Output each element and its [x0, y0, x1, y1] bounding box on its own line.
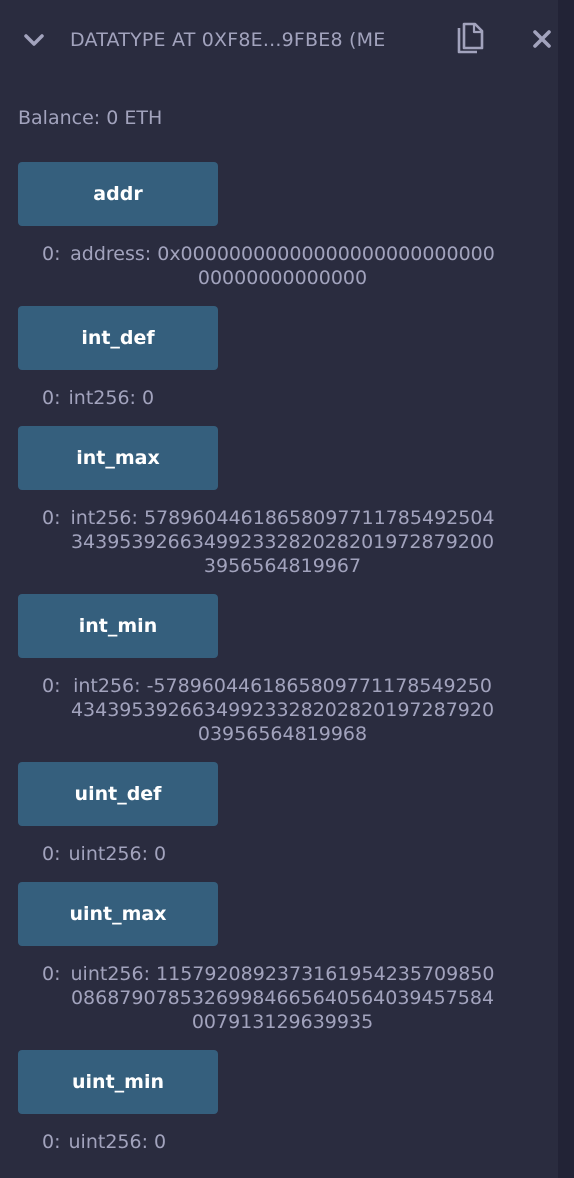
- result-index: 0:: [42, 843, 61, 865]
- result-index: 0:: [42, 243, 61, 265]
- result-int-def: 0: int256: 0: [42, 386, 502, 410]
- contract-header: DATATYPE AT 0XF8E...9FBE8 (ME: [0, 0, 558, 80]
- result-value: address: 0x00000000000000000000000000000…: [70, 243, 495, 289]
- result-int-min: 0: int256: -5789604461865809771178549250…: [42, 674, 502, 746]
- result-index: 0:: [42, 507, 61, 529]
- result-int-max: 0: int256: 57896044618658097711785492504…: [42, 506, 502, 578]
- result-index: 0:: [42, 1131, 61, 1153]
- result-index: 0:: [42, 675, 61, 697]
- result-value: int256: -5789604461865809771178549250434…: [70, 675, 495, 745]
- result-addr: 0: address: 0x00000000000000000000000000…: [42, 242, 502, 290]
- contract-title[interactable]: DATATYPE AT 0XF8E...9FBE8 (ME: [70, 26, 410, 54]
- result-value: uint256: 0: [68, 1131, 167, 1153]
- call-int-min-button[interactable]: int_min: [18, 594, 218, 658]
- call-int-def-button[interactable]: int_def: [18, 306, 218, 370]
- call-uint-min-button[interactable]: uint_min: [18, 1050, 218, 1114]
- result-value: uint256: 1157920892373161954235709850086…: [70, 963, 495, 1033]
- copy-icon[interactable]: [455, 22, 485, 56]
- call-int-max-button[interactable]: int_max: [18, 426, 218, 490]
- result-value: uint256: 0: [68, 843, 167, 865]
- call-uint-max-button[interactable]: uint_max: [18, 882, 218, 946]
- result-value: int256: 57896044618658097711785492504343…: [70, 507, 495, 577]
- result-uint-min: 0: uint256: 0: [42, 1130, 502, 1154]
- call-uint-def-button[interactable]: uint_def: [18, 762, 218, 826]
- close-icon[interactable]: [532, 29, 552, 49]
- call-addr-button[interactable]: addr: [18, 162, 218, 226]
- result-uint-max: 0: uint256: 1157920892373161954235709850…: [42, 962, 502, 1034]
- result-index: 0:: [42, 387, 61, 409]
- result-index: 0:: [42, 963, 61, 985]
- contract-panel: DATATYPE AT 0XF8E...9FBE8 (ME Balance: 0…: [0, 0, 558, 1178]
- result-uint-def: 0: uint256: 0: [42, 842, 502, 866]
- chevron-down-icon[interactable]: [22, 28, 46, 52]
- scrollbar[interactable]: [558, 0, 574, 1178]
- balance-label: Balance: 0 ETH: [18, 107, 163, 129]
- result-value: int256: 0: [68, 387, 155, 409]
